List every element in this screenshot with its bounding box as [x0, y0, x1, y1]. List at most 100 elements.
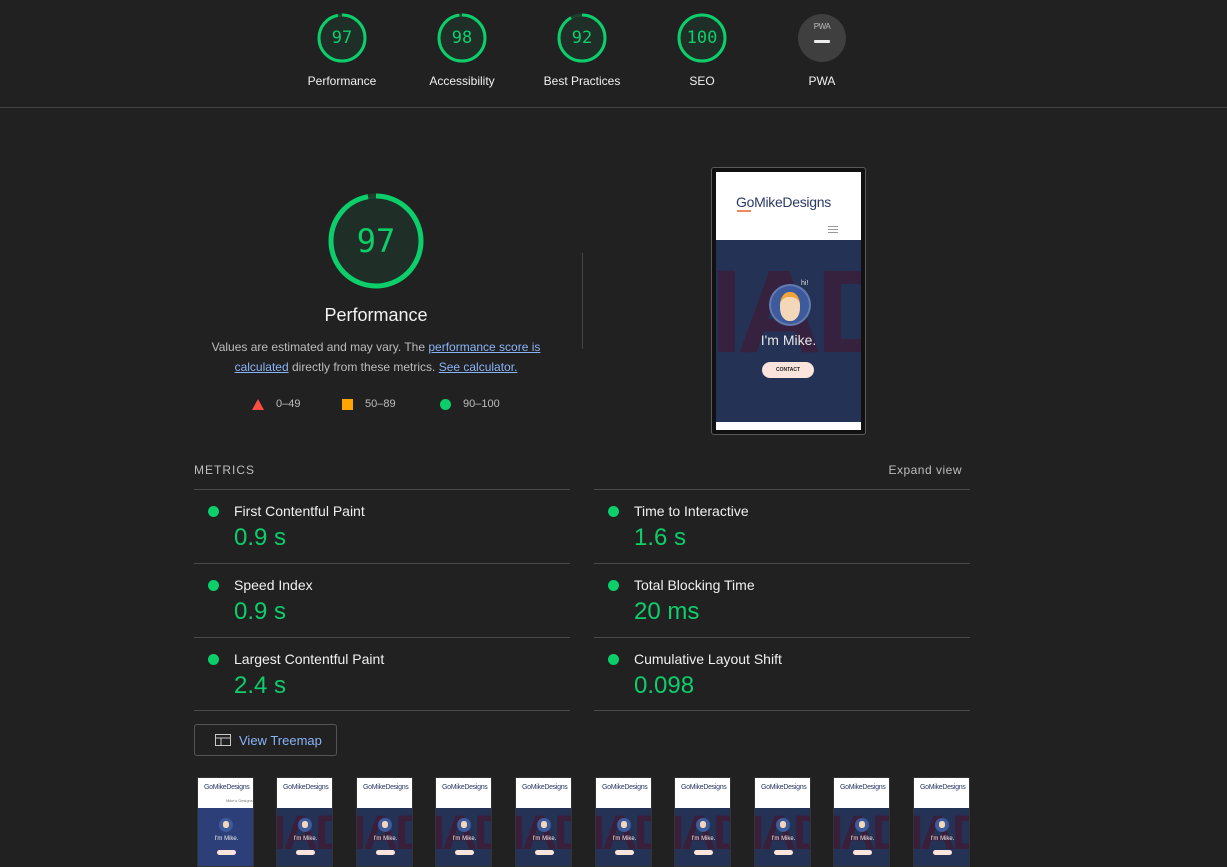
- performance-gauge: 97: [326, 193, 426, 293]
- view-treemap-label: View Treemap: [239, 733, 322, 748]
- metric-name: Time to Interactive: [634, 503, 749, 519]
- pwa-badge-text: PWA: [813, 22, 831, 31]
- frame-avatar: [617, 818, 631, 832]
- metric-speed-index[interactable]: Speed Index 0.9 s: [194, 563, 570, 637]
- frame-avatar: [935, 818, 949, 832]
- gauge-accessibility[interactable]: 98 Accessibility: [402, 12, 522, 88]
- screenshot-greeting: hi!: [801, 280, 809, 287]
- final-screenshot: GoMikeDesigns IAD hi! I'm Mike. CONTACT: [711, 167, 866, 435]
- metric-time-to-interactive[interactable]: Time to Interactive 1.6 s: [594, 489, 970, 563]
- frame-headline: I'm Mike.: [532, 836, 557, 842]
- frame-logo: GoMikeDesigns: [442, 784, 488, 791]
- metrics-divider: [194, 710, 570, 711]
- gauge-seo[interactable]: 100 SEO: [642, 12, 762, 88]
- frame-hero: IADI'm Mike.: [675, 808, 730, 866]
- frame-headline: I'm Mike.: [293, 836, 318, 842]
- screenshot-header: GoMikeDesigns: [716, 172, 861, 240]
- filmstrip-frame: GoMikeDesigns IADI'm Mike.: [515, 777, 572, 867]
- frame-avatar: [776, 818, 790, 832]
- legend-fail: 0–49: [252, 396, 300, 412]
- frame-hero: IADI'm Mike.: [516, 808, 571, 866]
- frame-logo: GoMikeDesigns: [283, 784, 329, 791]
- frame-headline: I'm Mike.: [612, 836, 637, 842]
- legend-pass: 90–100: [440, 396, 500, 412]
- legend-fail-label: 0–49: [276, 398, 301, 410]
- avatar-face: [780, 292, 800, 321]
- frame-headline: I'm Mike.: [452, 836, 477, 842]
- square-icon: [342, 398, 353, 410]
- frame-button: [615, 850, 634, 855]
- frame-avatar: [457, 818, 471, 832]
- metric-name: Total Blocking Time: [634, 577, 755, 593]
- metric-name: Cumulative Layout Shift: [634, 651, 782, 667]
- gauge-score: 100: [686, 28, 718, 48]
- frame-subtext: Mike's Designs: [226, 798, 253, 803]
- frame-headline: I'm Mike.: [930, 836, 955, 842]
- frame-logo: GoMikeDesigns: [761, 784, 807, 791]
- metric-name: Speed Index: [234, 577, 313, 593]
- frame-avatar: [696, 818, 710, 832]
- gauge-ring: 100: [676, 12, 728, 64]
- gauge-best-practices[interactable]: 92 Best Practices: [522, 12, 642, 88]
- metric-first-contentful-paint[interactable]: First Contentful Paint 0.9 s: [194, 489, 570, 563]
- vertical-divider: [582, 253, 583, 349]
- metric-value: 0.098: [634, 672, 695, 699]
- filmstrip-frame: GoMikeDesigns IADI'm Mike.: [356, 777, 413, 867]
- pass-dot-icon: [608, 654, 619, 665]
- metric-value: 2.4 s: [234, 672, 287, 699]
- frame-hero: IADI'm Mike.: [596, 808, 651, 866]
- filmstrip-frame: GoMikeDesigns IADI'm Mike.: [833, 777, 890, 867]
- screenshot-logo: GoMikeDesigns: [736, 194, 831, 210]
- triangle-icon: [252, 398, 264, 410]
- frame-button: [853, 850, 872, 855]
- pass-dot-icon: [208, 506, 219, 517]
- pass-dot-icon: [208, 654, 219, 665]
- frame-logo: GoMikeDesigns: [363, 784, 409, 791]
- gauge-label: Best Practices: [543, 74, 621, 88]
- legend-average-label: 50–89: [365, 398, 396, 410]
- metric-value: 0.9 s: [234, 598, 287, 625]
- expand-view-toggle[interactable]: Expand view: [888, 463, 962, 477]
- metrics-header: METRICS Expand view: [194, 463, 970, 483]
- frame-button: [217, 850, 236, 855]
- frame-logo: GoMikeDesigns: [681, 784, 727, 791]
- screenshot-hero: IAD hi! I'm Mike. CONTACT: [716, 240, 861, 422]
- gauge-ring: 97: [316, 12, 368, 64]
- gauge-ring: 98: [436, 12, 488, 64]
- frame-logo: GoMikeDesigns: [522, 784, 568, 791]
- treemap-icon: [215, 734, 231, 746]
- frame-button: [455, 850, 474, 855]
- see-calculator-link[interactable]: See calculator.: [439, 360, 518, 374]
- view-treemap-button[interactable]: View Treemap: [194, 724, 337, 756]
- frame-headline: I'm Mike.: [850, 836, 875, 842]
- pass-dot-icon: [608, 580, 619, 591]
- frame-hero: IADI'm Mike.: [357, 808, 412, 866]
- performance-description: Values are estimated and may vary. The p…: [200, 337, 552, 377]
- gauge-pwa[interactable]: PWA PWA: [762, 12, 882, 88]
- frame-logo: GoMikeDesigns: [840, 784, 886, 791]
- metric-name: First Contentful Paint: [234, 503, 365, 519]
- metric-cumulative-layout-shift[interactable]: Cumulative Layout Shift 0.098: [594, 637, 970, 711]
- frame-button: [535, 850, 554, 855]
- metric-total-blocking-time[interactable]: Total Blocking Time 20 ms: [594, 563, 970, 637]
- performance-score: 97: [356, 222, 396, 260]
- gauge-ring: 92: [556, 12, 608, 64]
- frame-button: [296, 850, 315, 855]
- frame-hero: IADI'm Mike.: [436, 808, 491, 866]
- gauge-label: SEO: [689, 74, 715, 88]
- filmstrip-frame: GoMikeDesigns IADI'm Mike.: [276, 777, 333, 867]
- filmstrip-frame: GoMikeDesigns IADI'm Mike.: [595, 777, 652, 867]
- frame-avatar: [855, 818, 869, 832]
- filmstrip-frame: GoMikeDesigns IADI'm Mike.: [754, 777, 811, 867]
- gauge-label: PWA: [808, 74, 836, 88]
- metric-largest-contentful-paint[interactable]: Largest Contentful Paint 2.4 s: [194, 637, 570, 711]
- gauge-score: 98: [451, 28, 473, 48]
- filmstrip-frame: GoMikeDesigns Mike's Designs IADI'm Mike.: [197, 777, 254, 867]
- gauge-label: Accessibility: [429, 74, 495, 88]
- frame-button: [376, 850, 395, 855]
- desc-middle: directly from these metrics.: [288, 360, 439, 374]
- pwa-dash: [814, 40, 830, 43]
- metric-value: 20 ms: [634, 598, 700, 625]
- metric-value: 0.9 s: [234, 524, 287, 551]
- gauge-performance[interactable]: 97 Performance: [282, 12, 402, 88]
